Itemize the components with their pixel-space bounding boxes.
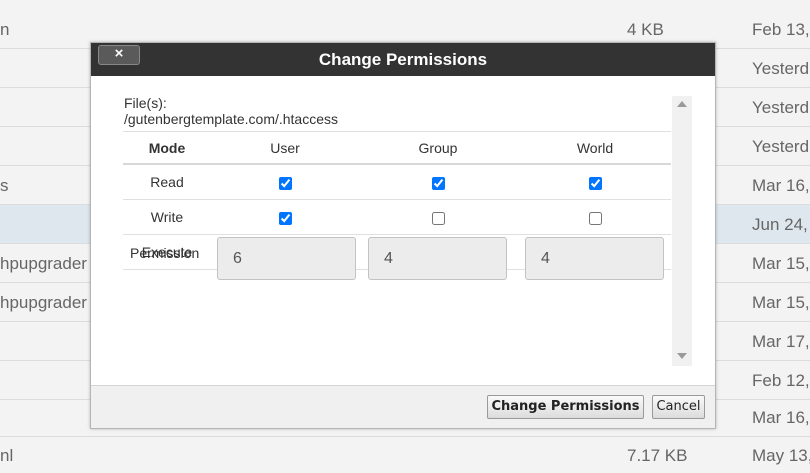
file-date: Mar 15, xyxy=(752,293,810,312)
file-size: 7.17 KB xyxy=(627,446,688,465)
cancel-button[interactable]: Cancel xyxy=(652,395,705,419)
file-name: s xyxy=(0,176,9,195)
file-name: n xyxy=(0,20,10,39)
files-path: /gutenbergtemplate.com/.htaccess xyxy=(124,111,339,127)
permission-world-field[interactable] xyxy=(525,237,664,280)
column-header-user: User xyxy=(270,140,300,156)
file-row[interactable]: nl 7.17 KB May 13, xyxy=(0,436,810,473)
file-date: Feb 13, xyxy=(752,20,810,39)
file-name: nl xyxy=(0,446,14,465)
permission-group-field[interactable] xyxy=(368,237,507,280)
file-date: Jun 24, xyxy=(752,215,808,234)
column-header-mode: Mode xyxy=(148,140,186,156)
file-size: 4 KB xyxy=(627,20,664,39)
column-header-world: World xyxy=(576,140,614,156)
dialog-footer: Change Permissions Cancel xyxy=(91,385,715,428)
column-header-group: Group xyxy=(418,140,458,156)
write-user-checkbox[interactable] xyxy=(278,211,292,225)
scroll-down-arrow-icon[interactable] xyxy=(677,353,687,359)
write-group-checkbox[interactable] xyxy=(431,211,445,225)
read-group-checkbox[interactable] xyxy=(431,176,445,190)
table-row-write: Write xyxy=(123,200,671,235)
permission-label: Permission xyxy=(130,245,200,261)
file-date: May 13, xyxy=(752,446,810,465)
file-date: Yesterd xyxy=(752,137,810,156)
dialog-content: File(s): /gutenbergtemplate.com/.htacces… xyxy=(123,95,693,365)
dialog-title: Change Permissions xyxy=(318,50,488,69)
file-date: Mar 15, xyxy=(752,254,810,273)
file-date: Mar 16, xyxy=(752,176,810,195)
file-name: hpupgrader xyxy=(0,254,87,273)
table-row-read: Read xyxy=(123,165,671,200)
files-label: File(s): xyxy=(124,95,167,111)
dialog-titlebar[interactable]: × Change Permissions xyxy=(91,43,715,76)
file-date: Yesterd xyxy=(752,59,810,78)
mode-label-read: Read xyxy=(150,174,184,190)
change-permissions-dialog: × Change Permissions File(s): /gutenberg… xyxy=(90,42,716,429)
content-scrollbar[interactable] xyxy=(672,96,692,366)
mode-label-write: Write xyxy=(150,209,184,225)
write-world-checkbox[interactable] xyxy=(588,211,602,225)
permission-user-field[interactable] xyxy=(217,237,356,280)
table-header-row: Mode User Group World xyxy=(123,131,671,165)
change-permissions-button[interactable]: Change Permissions xyxy=(487,395,644,419)
read-world-checkbox[interactable] xyxy=(588,176,602,190)
permission-row: Permission xyxy=(123,237,671,281)
file-date: Feb 12, xyxy=(752,371,810,390)
scroll-up-arrow-icon[interactable] xyxy=(677,101,687,107)
file-name: hpupgrader xyxy=(0,293,87,312)
file-date: Mar 17, xyxy=(752,332,810,351)
file-date: Yesterd xyxy=(752,98,810,117)
read-user-checkbox[interactable] xyxy=(278,176,292,190)
file-date: Mar 16, xyxy=(752,408,810,427)
